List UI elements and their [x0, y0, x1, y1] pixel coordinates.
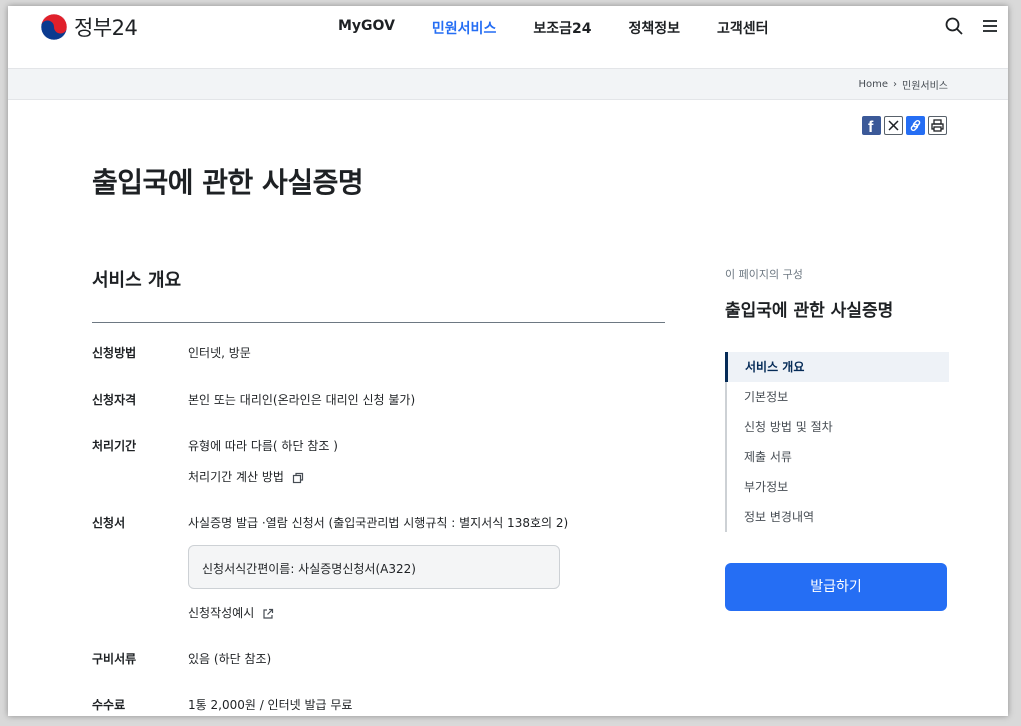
- logo-text: 정부24: [74, 16, 138, 40]
- period-calc-link[interactable]: 처리기간 계산 방법: [188, 468, 304, 485]
- breadcrumb-current[interactable]: 민원서비스: [902, 77, 948, 92]
- site-header: 정부24 MyGOV 민원서비스 보조금24 정책정보 고객센터: [8, 6, 1008, 68]
- nav-subsidy24[interactable]: 보조금24: [533, 18, 591, 38]
- toc-item-basic-info[interactable]: 기본정보: [727, 382, 949, 412]
- nav-civil-service[interactable]: 민원서비스: [432, 18, 496, 38]
- aside-caption: 이 페이지의 구성: [725, 268, 803, 281]
- svg-text:f: f: [868, 119, 874, 135]
- form-example-link-text: 신청작성예시: [188, 606, 255, 620]
- form-label: 신청서: [92, 516, 126, 530]
- period-label: 처리기간: [92, 439, 137, 453]
- method-value: 인터넷, 방문: [188, 346, 251, 360]
- toc-item-extra-info[interactable]: 부가정보: [727, 472, 949, 502]
- link-icon[interactable]: [906, 116, 925, 135]
- site-logo[interactable]: 정부24: [40, 12, 138, 42]
- section-divider: [92, 322, 665, 323]
- chevron-right-icon: ›: [893, 79, 897, 90]
- docs-value: 있음 (하단 참조): [188, 652, 272, 666]
- section-title: 서비스 개요: [92, 270, 182, 291]
- page-title: 출입국에 관한 사실증명: [92, 166, 364, 199]
- external-link-icon: [263, 608, 274, 619]
- copy-icon: [292, 472, 303, 483]
- form-short-name-box: 신청서식간편이름: 사실증명신청서(A322): [188, 545, 560, 589]
- search-icon[interactable]: [944, 16, 964, 36]
- docs-label: 구비서류: [92, 652, 137, 666]
- eligibility-value: 본인 또는 대리인(온라인은 대리인 신청 불가): [188, 393, 416, 407]
- menu-icon[interactable]: [980, 16, 1000, 36]
- print-icon[interactable]: [928, 116, 947, 135]
- breadcrumb-bar: Home › 민원서비스: [8, 68, 1008, 100]
- period-value: 유형에 따라 다름( 하단 참조 ): [188, 439, 338, 453]
- form-value: 사실증명 발급 ·열람 신청서 (출입국관리법 시행규칙 : 별지서식 138호…: [188, 516, 569, 530]
- toc-item-submit-docs[interactable]: 제출 서류: [727, 442, 949, 472]
- share-toolbar: f: [862, 116, 947, 136]
- nav-customer-center[interactable]: 고객센터: [717, 18, 769, 38]
- nav-policy-info[interactable]: 정책정보: [628, 18, 680, 38]
- fee-value: 1통 2,000원 / 인터넷 발급 무료: [188, 698, 353, 712]
- x-icon[interactable]: [884, 116, 903, 135]
- nav-mygov[interactable]: MyGOV: [338, 18, 395, 38]
- period-calc-link-text: 처리기간 계산 방법: [188, 470, 284, 484]
- fee-label: 수수료: [92, 698, 126, 712]
- toc-item-method-procedure[interactable]: 신청 방법 및 절차: [727, 412, 949, 442]
- facebook-icon[interactable]: f: [862, 116, 881, 136]
- browser-frame: 정부24 MyGOV 민원서비스 보조금24 정책정보 고객센터 Home › …: [8, 6, 1008, 716]
- method-label: 신청방법: [92, 346, 137, 360]
- page-toc: 서비스 개요 기본정보 신청 방법 및 절차 제출 서류 부가정보 정보 변경내…: [725, 352, 949, 532]
- breadcrumb-home[interactable]: Home: [858, 79, 888, 90]
- toc-item-service-overview[interactable]: 서비스 개요: [725, 352, 949, 382]
- breadcrumb: Home › 민원서비스: [858, 77, 948, 92]
- aside-title: 출입국에 관한 사실증명: [725, 301, 894, 321]
- form-example-link[interactable]: 신청작성예시: [188, 604, 274, 621]
- main-nav: MyGOV 민원서비스 보조금24 정책정보 고객센터: [338, 18, 806, 38]
- taegeuk-emblem-icon: [40, 13, 68, 41]
- form-short-name: 신청서식간편이름: 사실증명신청서(A322): [202, 562, 416, 576]
- issue-button[interactable]: 발급하기: [725, 563, 947, 611]
- toc-item-change-history[interactable]: 정보 변경내역: [727, 502, 949, 532]
- eligibility-label: 신청자격: [92, 393, 137, 407]
